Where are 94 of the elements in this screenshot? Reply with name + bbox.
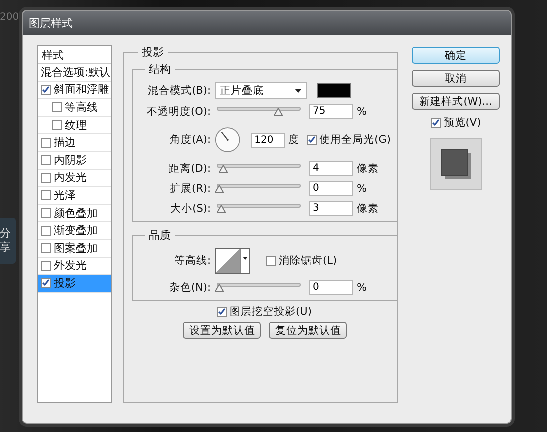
dialog-button[interactable]: 确定 (412, 47, 500, 64)
item-label: 等高线 (65, 100, 98, 115)
style-list-item[interactable]: 描边 (38, 134, 111, 152)
style-list-item[interactable]: 等高线 (38, 99, 111, 117)
checkbox[interactable] (217, 307, 228, 317)
checkbox[interactable] (41, 208, 51, 218)
field-label: 扩展(R): (168, 182, 211, 196)
style-list-item[interactable]: 渐变叠加 (38, 222, 111, 240)
checkbox-label: 消除锯齿(L) (279, 254, 338, 268)
list-header: 样式 (38, 46, 111, 64)
item-label: 描边 (54, 135, 76, 150)
group-title: 投影 (141, 45, 165, 60)
item-label: 内发光 (54, 170, 87, 186)
item-label: 光泽 (54, 188, 76, 203)
unit-label: 像素 (357, 162, 379, 176)
style-list-item[interactable]: 内发光 (38, 170, 111, 188)
item-label: 投影 (54, 276, 76, 291)
checkbox[interactable] (41, 84, 51, 95)
field-label: 等高线: (173, 254, 211, 268)
field-label: 不透明度(O): (146, 104, 211, 118)
dialog-button[interactable]: 新建样式(W)... (412, 93, 500, 110)
slider-thumb[interactable] (274, 108, 284, 116)
item-label: 外发光 (54, 258, 87, 274)
group-title: 品质 (148, 228, 172, 243)
unit-label: % (357, 182, 367, 194)
color-swatch[interactable] (317, 83, 351, 98)
style-list-item[interactable]: 混合选项:默认 (38, 64, 111, 82)
input-field[interactable]: 75 (309, 104, 353, 119)
slider-track[interactable] (215, 163, 303, 174)
checkbox[interactable] (52, 120, 62, 130)
slider-track[interactable] (215, 203, 303, 214)
style-list-item[interactable]: 投影 (38, 275, 111, 293)
item-label: 纹理 (65, 118, 87, 133)
checkbox-label: 图层挖空投影(U) (230, 305, 312, 319)
field-label: 大小(S): (170, 202, 211, 216)
item-label: 斜面和浮雕 (54, 82, 109, 98)
item-label: 图案叠加 (54, 240, 98, 256)
style-list-item[interactable]: 图案叠加 (38, 240, 111, 258)
dialog-button[interactable]: 取消 (412, 70, 500, 87)
slider-track[interactable] (215, 282, 303, 293)
slider-thumb[interactable] (215, 284, 224, 292)
checkbox[interactable] (41, 243, 51, 254)
default-button[interactable]: 复位为默认值 (268, 322, 346, 339)
unit-label: % (357, 106, 367, 118)
unit-label: % (357, 282, 367, 294)
checkbox[interactable] (306, 135, 317, 145)
item-label: 颜色叠加 (54, 206, 98, 221)
slider-track[interactable] (215, 183, 303, 194)
style-list-item[interactable]: 颜色叠加 (38, 204, 111, 222)
checkbox[interactable] (41, 190, 51, 200)
input-field[interactable]: 3 (309, 201, 353, 216)
window-title: 图层样式 (29, 16, 73, 30)
angle-dial-icon[interactable] (215, 125, 241, 155)
slider-track[interactable] (215, 106, 303, 117)
input-field[interactable]: 120 (250, 132, 285, 148)
input-field[interactable]: 0 (309, 181, 353, 196)
background-text: 200 (0, 12, 20, 23)
blend-mode-dropdown[interactable]: 正片叠底 (215, 82, 307, 99)
checkbox-label: 使用全局光(G) (320, 133, 391, 147)
checkbox-label: 预览(V) (444, 116, 482, 130)
caret-icon (242, 257, 248, 260)
item-label: 渐变叠加 (54, 223, 98, 238)
checkbox[interactable] (41, 172, 51, 183)
style-list-item[interactable]: 内阴影 (38, 152, 111, 170)
field-label: 角度(A): (169, 133, 211, 147)
contour-picker[interactable] (215, 248, 250, 274)
item-label: 内阴影 (54, 152, 87, 168)
checkbox[interactable] (41, 260, 51, 271)
checkbox[interactable] (41, 278, 51, 288)
field-label: 杂色(N): (168, 280, 211, 294)
group-title: 结构 (148, 62, 172, 77)
field-label: 距离(D): (168, 162, 211, 176)
preview-square-icon (441, 149, 471, 179)
checkbox[interactable] (41, 155, 51, 166)
checkbox[interactable] (430, 118, 441, 128)
share-tab[interactable]: 分享 (0, 218, 16, 264)
checkbox[interactable] (41, 138, 51, 148)
unit-label: 像素 (357, 202, 379, 216)
slider-thumb[interactable] (217, 205, 226, 213)
input-field[interactable]: 0 (309, 280, 353, 295)
style-list-item[interactable]: 纹理 (38, 116, 111, 134)
field-label: 混合模式(B): (147, 84, 211, 98)
checkbox[interactable] (52, 102, 62, 112)
slider-thumb[interactable] (218, 165, 228, 173)
checkbox[interactable] (41, 226, 51, 236)
contour-curve-icon (216, 249, 240, 273)
default-button[interactable]: 设置为默认值 (182, 322, 260, 339)
style-list-item[interactable]: 光泽 (38, 187, 111, 205)
unit-label: 度 (288, 133, 300, 147)
style-list-item[interactable]: 斜面和浮雕 (38, 82, 111, 100)
checkbox[interactable] (266, 256, 276, 266)
caret-icon (295, 88, 302, 92)
slider-thumb[interactable] (215, 185, 224, 193)
input-field[interactable]: 4 (309, 161, 353, 176)
